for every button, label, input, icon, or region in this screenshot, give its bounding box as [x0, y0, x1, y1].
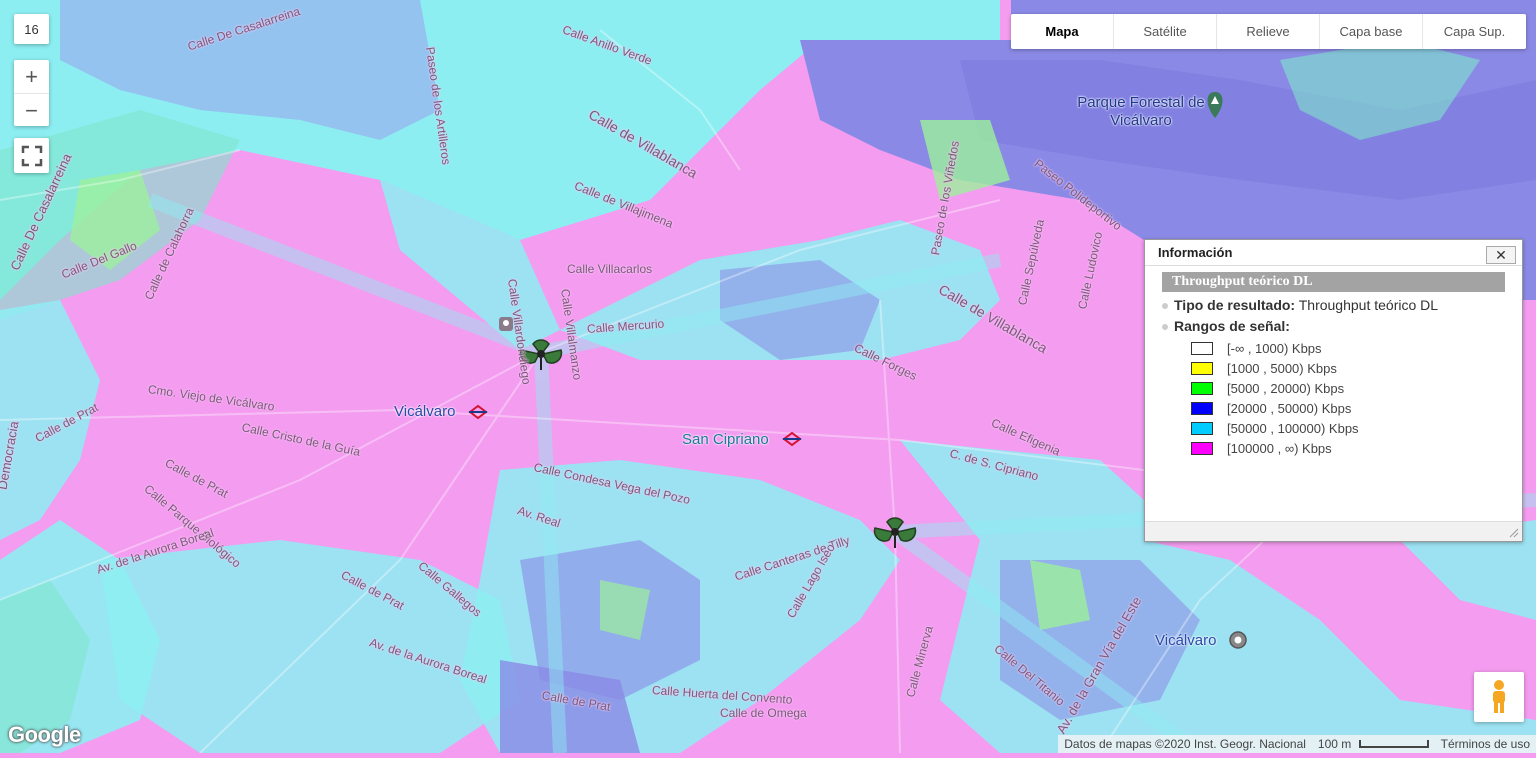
legend-row: [5000 , 20000) Kbps	[1191, 380, 1344, 396]
legend-row: [-∞ , 1000) Kbps	[1191, 340, 1322, 356]
map-data-attribution[interactable]: Datos de mapas ©2020 Inst. Geogr. Nacion…	[1058, 737, 1312, 751]
map-type-control: Mapa Satélite Relieve Capa base Capa Sup…	[1011, 14, 1526, 49]
signal-ranges-row: Rangos de señal:	[1162, 318, 1290, 334]
legend-row: [1000 , 5000) Kbps	[1191, 360, 1337, 376]
rail-station-icon	[1229, 631, 1247, 649]
legend-row: [20000 , 50000) Kbps	[1191, 400, 1351, 416]
zoom-out-button[interactable]: −	[14, 94, 49, 127]
result-banner: Throughput teórico DL	[1162, 272, 1505, 292]
legend-row: [100000 , ∞) Kbps	[1191, 440, 1332, 456]
legend-label: [50000 , 100000) Kbps	[1227, 420, 1359, 436]
metro-station-label: Vicálvaro	[394, 403, 456, 420]
close-button[interactable]: ✕	[1486, 246, 1516, 264]
fullscreen-icon	[21, 145, 42, 166]
legend-label: [5000 , 20000) Kbps	[1227, 380, 1345, 396]
legend-swatch	[1191, 341, 1213, 355]
google-logo: Google	[8, 722, 81, 747]
legend-label: [20000 , 50000) Kbps	[1227, 400, 1352, 416]
legend-label: [1000 , 5000) Kbps	[1227, 360, 1337, 376]
street-view-button[interactable]	[1474, 672, 1524, 722]
result-type-value: Throughput teórico DL	[1295, 297, 1439, 313]
scale-label: 100 m	[1317, 737, 1352, 751]
info-panel: Información ✕ Throughput teórico DL Tipo…	[1144, 239, 1523, 542]
park-label: Parque Forestal de Vicálvaro	[1077, 94, 1205, 129]
legend-swatch	[1191, 381, 1213, 395]
legend-swatch	[1191, 441, 1213, 455]
map-type-satelite-button[interactable]: Satélite	[1113, 14, 1216, 49]
map-type-mapa-button[interactable]: Mapa	[1011, 14, 1113, 49]
info-panel-header: Información ✕	[1145, 240, 1522, 266]
street-label: Calle de Omega	[720, 706, 807, 720]
legend-row: [50000 , 100000) Kbps	[1191, 420, 1359, 436]
zoom-in-button[interactable]: +	[14, 60, 49, 94]
legend-label: [-∞ , 1000) Kbps	[1227, 340, 1322, 356]
metro-station-label: San Cipriano	[682, 431, 769, 448]
street-label: Calle Villacarlos	[567, 262, 653, 276]
legend-swatch	[1191, 361, 1213, 375]
attribution-bar: Datos de mapas ©2020 Inst. Geogr. Nacion…	[1058, 735, 1536, 753]
map-type-relieve-button[interactable]: Relieve	[1216, 14, 1319, 49]
map-type-capa-base-button[interactable]: Capa base	[1319, 14, 1422, 49]
legend-swatch	[1191, 401, 1213, 415]
close-icon: ✕	[1495, 246, 1507, 263]
result-type-row: Tipo de resultado: Throughput teórico DL	[1162, 297, 1438, 313]
pegman-icon	[1493, 680, 1505, 713]
resize-handle-icon[interactable]	[1509, 528, 1519, 538]
map-type-capa-sup-button[interactable]: Capa Sup.	[1422, 14, 1526, 49]
zoom-control: + −	[14, 60, 49, 126]
scale-bar[interactable]: 100 m	[1312, 737, 1435, 751]
fullscreen-button[interactable]	[14, 138, 49, 173]
zoom-level-value: 16	[24, 21, 39, 37]
result-type-label: Tipo de resultado:	[1174, 297, 1296, 313]
info-panel-footer	[1145, 521, 1522, 541]
bullet-icon	[1162, 303, 1168, 310]
scale-ruler-icon	[1358, 740, 1429, 748]
zoom-level-indicator: 16	[14, 14, 49, 44]
info-panel-title: Información	[1158, 245, 1233, 260]
rail-station-label: Vicálvaro	[1155, 632, 1217, 649]
bullet-icon	[1162, 324, 1168, 331]
legend-swatch	[1191, 421, 1213, 435]
terms-of-use-link[interactable]: Términos de uso	[1435, 737, 1536, 751]
legend-label: [100000 , ∞) Kbps	[1227, 440, 1332, 456]
signal-ranges-label: Rangos de señal:	[1174, 318, 1290, 334]
